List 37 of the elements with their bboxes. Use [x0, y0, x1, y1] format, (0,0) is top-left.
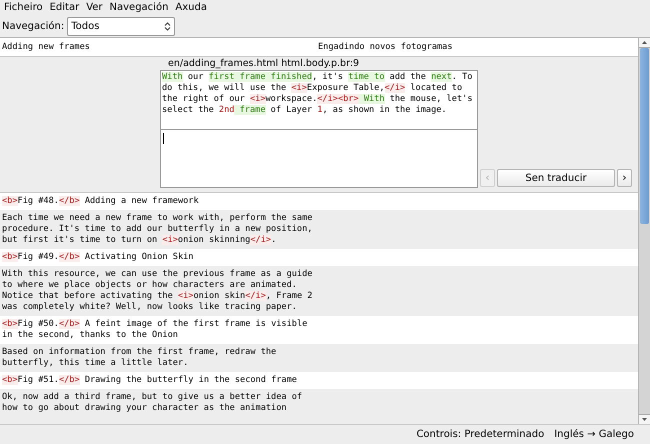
- list-row[interactable]: <b>Fig #51.</b> Drawing the butterfly in the second frame: [0, 372, 638, 389]
- scroll-up-button[interactable]: [639, 38, 650, 48]
- source-text: <b>Fig #50.</b> A feint image of the first frame is visible in the second, thanks to the Onion: [2, 319, 308, 341]
- caret-up-icon: [642, 41, 647, 44]
- source-text: With our first frame finished, it's time to add the next. To do this, we will use the <i>Exposure Table,</i> located to the right of our <i>workspace.</i><br> With the mouse, let's select the 2nd frame of Layer 1, as shown in the image.: [162, 72, 474, 116]
- target-text: Engadindo novos fotogramas: [318, 42, 453, 52]
- navigation-dropdown[interactable]: Todos: [67, 17, 176, 36]
- navigation-label: Navegación:: [2, 20, 64, 34]
- scroll-down-button[interactable]: [639, 414, 650, 424]
- source-text: <b>Fig #48.</b> Adding a new framework: [2, 196, 200, 207]
- list-row[interactable]: <b>Fig #50.</b> A feint image of the first frame is visible in the second, thanks to the Onion: [0, 316, 638, 344]
- scrollbar[interactable]: [638, 38, 650, 424]
- source-text: <b>Fig #49.</b> Activating Onion Skin: [2, 252, 194, 263]
- menu-item[interactable]: Axuda: [175, 2, 207, 14]
- translation-field[interactable]: [160, 130, 478, 188]
- menu-item[interactable]: Ver: [86, 2, 103, 14]
- list-row[interactable]: Adding new frames Engadindo novos fotogramas: [0, 38, 638, 56]
- next-button[interactable]: ›: [617, 169, 632, 187]
- source-text: <b>Fig #51.</b> Drawing the butterfly in the second frame: [2, 375, 298, 386]
- list-row[interactable]: <b>Fig #49.</b> Activating Onion Skin: [0, 249, 638, 266]
- source-text: Ok, now add a third frame, but to give us a better idea of how to go about drawing your character as the animation: [2, 392, 304, 414]
- source-text: Each time we need a new frame to work with, perform the same procedure. It's time to add our butterfly in a new position, but first it's time to turn on <i>onion skinning</i>.: [2, 213, 314, 246]
- menu-item[interactable]: Ficheiro: [4, 2, 43, 14]
- controls-status: Controis: Predeterminado: [416, 428, 544, 442]
- location-label: en/adding_frames.html html.body.p.br:9: [167, 57, 360, 70]
- updown-icon: [164, 22, 172, 31]
- list-row[interactable]: <b>Fig #48.</b> Adding a new framework: [0, 193, 638, 210]
- menu-item[interactable]: Navegación: [110, 2, 168, 14]
- scrollbar-thumb[interactable]: [640, 48, 649, 224]
- text-cursor: [163, 133, 164, 144]
- language-status: Inglés → Galego: [554, 428, 634, 442]
- caret-down-icon: [642, 418, 647, 421]
- source-text: Based on information from the first frame, redraw the butterfly, this time a little later.: [2, 347, 278, 369]
- source-text: With this resource, we can use the previous frame as a guide to where we place objects or how characters are animated. Notice that before activating the <i>onion skin</i>, Frame 2 was completely white? Well, now looks like tracing paper.: [2, 269, 314, 313]
- status-button[interactable]: Sen traducir: [497, 169, 615, 187]
- menu-item[interactable]: Editar: [50, 2, 80, 14]
- source-text: Adding new frames: [2, 42, 91, 52]
